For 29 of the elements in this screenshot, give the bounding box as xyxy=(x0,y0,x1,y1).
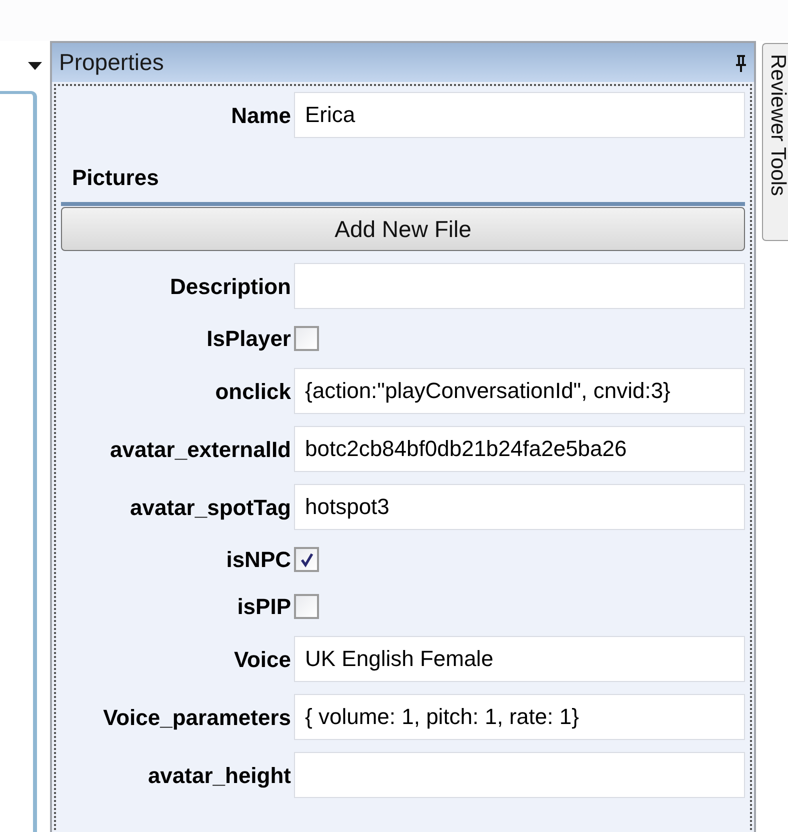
text-field[interactable]: UK English Female xyxy=(294,636,745,682)
add-file-button[interactable]: Add New File xyxy=(61,207,745,251)
side-tab[interactable]: Reviewer Tools xyxy=(762,43,788,241)
field-label: onclick xyxy=(215,378,291,406)
text-field[interactable]: {action:"playConversationId", cnvid:3} xyxy=(294,368,745,414)
text-field[interactable]: { volume: 1, pitch: 1, rate: 1} xyxy=(294,694,745,740)
panel-title: Properties xyxy=(59,48,164,78)
field-label: IsPlayer xyxy=(206,325,291,353)
checkbox[interactable] xyxy=(294,594,319,619)
field-label: avatar_spotTag xyxy=(130,494,291,522)
field-label: Name xyxy=(231,102,291,130)
text-field[interactable] xyxy=(294,263,745,309)
checkbox[interactable] xyxy=(294,547,319,572)
field-label: Description xyxy=(170,272,291,301)
field-label: avatar_externalId xyxy=(110,436,291,464)
check-icon xyxy=(298,552,314,568)
text-field[interactable]: Erica xyxy=(294,92,745,138)
pin-icon[interactable] xyxy=(735,54,747,72)
field-label: isNPC xyxy=(226,546,291,574)
field-label: avatar_height xyxy=(148,762,291,790)
section-title: Pictures xyxy=(72,164,159,192)
checkbox[interactable] xyxy=(294,326,319,351)
text-field[interactable]: hotspot3 xyxy=(294,484,745,530)
dropdown-arrow-icon[interactable] xyxy=(28,62,42,70)
field-label: Voice_parameters xyxy=(103,704,291,732)
field-label: isPIP xyxy=(237,593,291,621)
text-field[interactable]: botc2cb84bf0db21b24fa2e5ba26 xyxy=(294,426,745,472)
text-field[interactable] xyxy=(294,752,745,798)
field-label: Voice xyxy=(234,646,291,674)
